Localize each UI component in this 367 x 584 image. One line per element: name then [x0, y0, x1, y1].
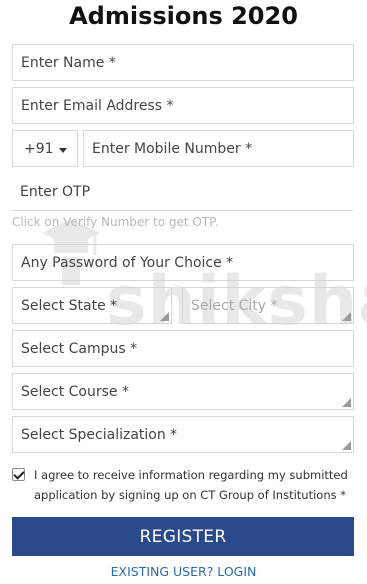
city-placeholder: Select City *: [191, 297, 278, 314]
resize-corner-icon: [342, 441, 351, 450]
email-input[interactable]: Enter Email Address *: [12, 87, 354, 124]
mobile-placeholder: Enter Mobile Number *: [92, 140, 253, 157]
country-code-select[interactable]: +91: [12, 130, 78, 167]
otp-hint: Click on Verify Number to get OTP.: [12, 215, 219, 229]
mobile-input[interactable]: Enter Mobile Number *: [83, 130, 354, 167]
resize-corner-icon: [160, 312, 169, 321]
email-placeholder: Enter Email Address *: [21, 97, 174, 114]
specialization-select[interactable]: Select Specialization *: [12, 416, 354, 453]
campus-select[interactable]: Select Campus *: [12, 330, 354, 367]
state-select[interactable]: Select State *: [12, 287, 172, 324]
specialization-placeholder: Select Specialization *: [21, 426, 178, 443]
register-button[interactable]: REGISTER: [12, 517, 354, 556]
consent-checkbox[interactable]: [12, 468, 25, 481]
name-placeholder: Enter Name *: [21, 54, 116, 71]
existing-user-login-link[interactable]: EXISTING USER? LOGIN: [0, 564, 367, 579]
password-placeholder: Any Password of Your Choice *: [21, 254, 234, 271]
otp-input[interactable]: Enter OTP: [12, 173, 353, 211]
chevron-down-icon: [59, 148, 67, 153]
country-code-value: +91: [24, 140, 54, 157]
state-placeholder: Select State *: [21, 297, 118, 314]
otp-placeholder: Enter OTP: [20, 183, 91, 200]
course-select[interactable]: Select Course *: [12, 373, 354, 410]
course-placeholder: Select Course *: [21, 383, 129, 400]
name-input[interactable]: Enter Name *: [12, 44, 354, 81]
city-select[interactable]: Select City *: [182, 287, 354, 324]
campus-placeholder: Select Campus *: [21, 340, 138, 357]
password-input[interactable]: Any Password of Your Choice *: [12, 244, 354, 281]
resize-corner-icon: [342, 398, 351, 407]
resize-corner-icon: [342, 312, 351, 321]
consent-text: I agree to receive information regarding…: [34, 468, 348, 502]
page-title: Admissions 2020: [69, 2, 298, 30]
